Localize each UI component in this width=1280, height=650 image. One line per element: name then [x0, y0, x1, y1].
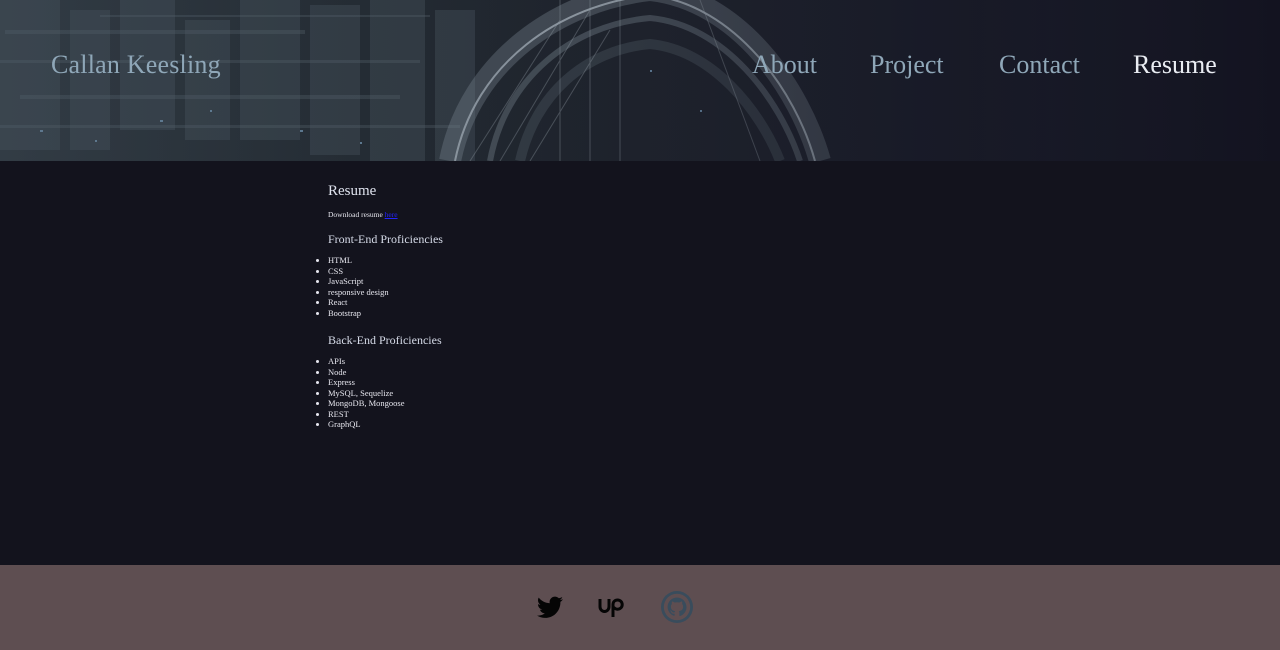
list-item: REST [328, 409, 928, 420]
list-item: APIs [328, 356, 928, 367]
frontend-heading: Front-End Proficiencies [328, 232, 443, 246]
list-item: HTML [328, 255, 928, 266]
frontend-list: HTML CSS JavaScript responsive design Re… [328, 255, 928, 318]
resume-section: Resume Download resume here Front-End Pr… [328, 181, 928, 430]
download-label: Download resume [328, 210, 385, 219]
download-resume-link[interactable]: here [385, 210, 398, 219]
upwork-icon [598, 598, 624, 617]
hero-header: Callan Keesling About Project Contact Re… [0, 0, 1280, 161]
list-item: CSS [328, 266, 928, 277]
main-nav: About Project Contact Resume [0, 50, 1280, 86]
list-item: Node [328, 367, 928, 378]
list-item: responsive design [328, 287, 928, 298]
nav-about[interactable]: About [752, 50, 817, 80]
list-item: React [328, 297, 928, 308]
list-item: Bootstrap [328, 308, 928, 319]
github-link[interactable] [660, 590, 694, 624]
github-icon [661, 591, 693, 623]
nav-contact[interactable]: Contact [999, 50, 1080, 80]
list-item: MongoDB, Mongoose [328, 398, 928, 409]
twitter-link[interactable] [533, 590, 567, 624]
list-item: JavaScript [328, 276, 928, 287]
twitter-icon [536, 596, 563, 618]
site-footer [0, 565, 1280, 650]
backend-heading: Back-End Proficiencies [328, 333, 442, 347]
list-item: GraphQL [328, 419, 928, 430]
download-resume-text: Download resume here [328, 209, 928, 221]
nav-resume[interactable]: Resume [1133, 50, 1217, 80]
list-item: Express [328, 377, 928, 388]
backend-list: APIs Node Express MySQL, Sequelize Mongo… [328, 356, 928, 430]
page-title: Resume [328, 183, 377, 199]
nav-project[interactable]: Project [870, 50, 944, 80]
upwork-link[interactable] [596, 590, 630, 624]
list-item: MySQL, Sequelize [328, 388, 928, 399]
